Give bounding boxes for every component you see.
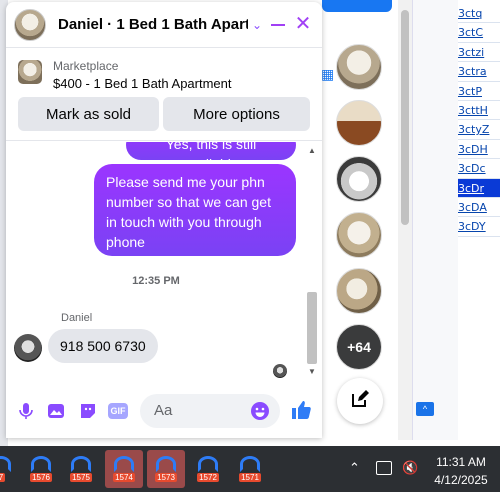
sender-name: Daniel [61,312,93,324]
photo-icon[interactable] [46,401,66,421]
background-link[interactable]: 3ctra [458,62,500,82]
contact-avatar[interactable] [14,8,46,41]
sender-avatar[interactable] [14,334,42,362]
minimize-button[interactable] [268,14,288,34]
taskbar-app[interactable]: 1576 [22,450,60,488]
background-link[interactable]: 3cttH [458,101,500,121]
background-link[interactable]: 3cDH [458,140,500,160]
chat-head-avatar[interactable] [336,212,382,258]
like-icon[interactable] [290,399,312,421]
message-composer: GIF Aa [6,384,322,438]
app-ring-icon [71,456,91,472]
message-scrollbar[interactable]: ▲ ▼ [306,142,318,380]
chat-head-avatar[interactable] [336,44,382,90]
taskbar-app[interactable]: 1575 [62,450,100,488]
gif-icon[interactable]: GIF [108,403,128,419]
chat-window: Daniel · 1 Bed 1 Bath Apart… ⌄ ✕ Marketp… [6,2,322,438]
emoji-icon[interactable] [250,401,270,421]
clock-time[interactable]: 11:31 AM [430,455,492,469]
marketplace-listing: Marketplace $400 - 1 Bed 1 Bath Apartmen… [6,49,322,141]
app-ring-icon [31,456,51,472]
listing-thumbnail[interactable] [18,60,42,84]
outgoing-message: Yes, this is still available [126,142,296,172]
app-ring-icon [114,456,134,472]
app-ring-icon [240,456,260,472]
message-list[interactable]: Yes, this is still available Please send… [6,142,322,380]
volume-muted-icon[interactable]: 🔇 [402,460,418,476]
taskbar-badge: 1571 [239,473,261,482]
taskbar-badge: 7 [0,473,6,482]
seen-indicator-avatar [273,364,287,378]
background-link[interactable]: 3ctyZ [458,120,500,140]
clock-date[interactable]: 4/12/2025 [430,473,492,487]
chat-header[interactable]: Daniel · 1 Bed 1 Bath Apart… ⌄ ✕ [6,2,322,48]
background-link-highlighted[interactable]: 3cDr [458,178,500,198]
message-timestamp: 12:35 PM [132,275,180,287]
background-link-list: 3ctq 3ctC 3ctzi 3ctra 3ctP 3cttH 3ctyZ 3… [458,4,500,237]
background-link[interactable]: 3cDY [458,217,500,237]
chat-title[interactable]: Daniel · 1 Bed 1 Bath Apart… [58,16,248,33]
grid-icon[interactable]: ▦ [321,66,334,83]
taskbar-badge: 1576 [30,473,52,482]
taskbar-badge: 1572 [197,473,219,482]
listing-title[interactable]: $400 - 1 Bed 1 Bath Apartment [53,76,232,91]
background-link[interactable]: 3ctq [458,4,500,24]
compose-icon [350,389,370,414]
close-button[interactable]: ✕ [294,14,312,34]
incoming-message: 918 500 6730 [48,329,158,363]
background-blue-button[interactable]: ^ [416,402,434,416]
chat-head-avatar[interactable] [336,156,382,202]
more-chats-button[interactable]: +64 [336,324,382,370]
taskbar-badge: 1574 [113,473,135,482]
scroll-up-icon[interactable]: ▲ [308,146,316,155]
taskbar-app-active[interactable]: 1574 [105,450,143,488]
background-link[interactable]: 3cDA [458,198,500,218]
scroll-down-icon[interactable]: ▼ [308,367,316,376]
app-ring-icon [0,456,11,472]
taskbar-app[interactable]: 7 [0,450,20,488]
network-icon[interactable] [376,461,392,475]
taskbar-app-active[interactable]: 1573 [147,450,185,488]
page-scrollbar-thumb[interactable] [401,10,409,225]
background-side-panel [412,0,458,440]
chat-head-avatar[interactable] [336,100,382,146]
background-link[interactable]: 3ctC [458,23,500,43]
app-ring-icon [198,456,218,472]
more-options-button[interactable]: More options [163,97,310,131]
chevron-down-icon[interactable]: ⌄ [252,18,262,32]
taskbar: 7 1576 1575 1574 1573 1572 1571 [0,446,500,492]
background-link[interactable]: 3cDc [458,159,500,179]
background-link[interactable]: 3ctzi [458,43,500,63]
outgoing-message: Please send me your phn number so that w… [94,164,296,256]
taskbar-badge: 1575 [70,473,92,482]
taskbar-app[interactable]: 1572 [189,450,227,488]
message-scrollbar-thumb[interactable] [307,292,317,364]
microphone-icon[interactable] [16,401,36,421]
background-top-button[interactable] [322,0,392,12]
taskbar-app[interactable]: 1571 [231,450,269,488]
taskbar-badge: 1573 [155,473,177,482]
chat-head-avatar[interactable] [336,268,382,314]
mark-as-sold-button[interactable]: Mark as sold [18,97,159,131]
background-link[interactable]: 3ctP [458,82,500,101]
new-message-button[interactable] [337,378,383,424]
message-input-placeholder: Aa [154,402,173,419]
chevron-up-icon[interactable]: ⌃ [349,460,360,476]
sticker-icon[interactable] [78,401,98,421]
listing-source: Marketplace [53,59,119,73]
app-ring-icon [156,456,176,472]
